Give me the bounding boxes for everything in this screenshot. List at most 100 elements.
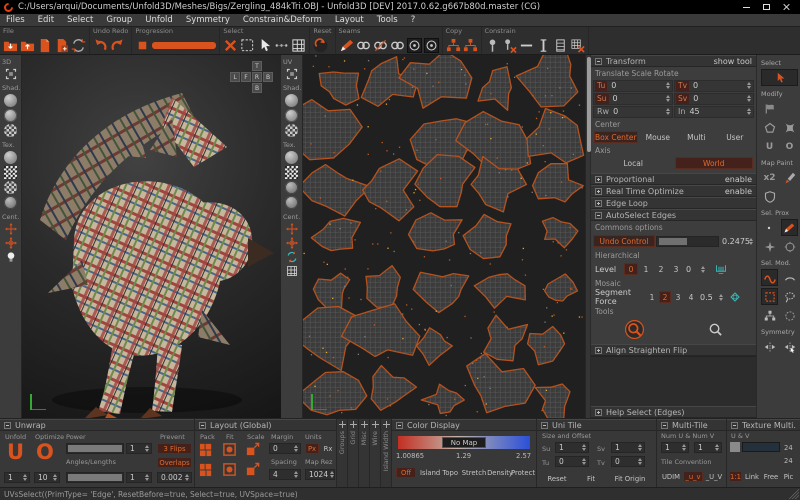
segment-4-button[interactable]: 4 xyxy=(685,291,697,303)
spinner[interactable] xyxy=(680,444,687,451)
free-button[interactable]: Free xyxy=(762,471,780,482)
nav-front-button[interactable]: F xyxy=(241,72,251,82)
spinner[interactable] xyxy=(580,458,587,465)
hierarchy-comb-icon[interactable] xyxy=(715,263,727,275)
light-icon[interactable] xyxy=(5,251,17,263)
scale-selected-icon[interactable] xyxy=(245,462,260,477)
level-2-button[interactable]: 2 xyxy=(654,263,668,275)
uv-wireframe-mode-icon[interactable] xyxy=(285,109,298,122)
spinner[interactable] xyxy=(21,474,28,481)
nav-back-button[interactable]: B xyxy=(263,72,273,82)
spinner[interactable] xyxy=(699,265,706,273)
edge-proximity-button[interactable] xyxy=(780,219,798,236)
vertical-constrain-icon[interactable] xyxy=(536,38,551,53)
uv-center-all-icon[interactable] xyxy=(285,237,298,249)
reset-icon[interactable] xyxy=(313,37,328,53)
arc-mode-button[interactable] xyxy=(781,269,798,286)
uv-plain-texture-icon[interactable] xyxy=(285,151,298,164)
level-3-button[interactable]: 3 xyxy=(669,263,683,275)
transform-section-header[interactable]: Transform show tool xyxy=(591,55,756,67)
mode-off-button[interactable]: Off xyxy=(396,467,416,478)
spacing-field[interactable]: 4 xyxy=(269,469,301,480)
spinner[interactable] xyxy=(292,471,299,478)
uv-refresh-icon[interactable] xyxy=(286,251,298,263)
undo-icon[interactable] xyxy=(93,38,108,53)
uni-su-field[interactable]: 1 xyxy=(555,442,589,453)
tab-groups[interactable]: Groups xyxy=(337,419,348,487)
texture-size-bar[interactable] xyxy=(742,442,780,452)
spinner[interactable] xyxy=(745,95,752,102)
paint-brush-button[interactable] xyxy=(781,169,798,186)
cut-link-icon[interactable] xyxy=(373,38,388,53)
nav-right-button[interactable]: R xyxy=(252,72,262,82)
rw-field[interactable]: Rw 0 xyxy=(593,105,673,118)
menu-constrain-deform[interactable]: Constrain&Deform xyxy=(243,15,322,25)
overlaps-button[interactable]: Overlaps xyxy=(157,457,192,468)
horizontal-constrain-icon[interactable] xyxy=(519,38,534,53)
center-mouse-button[interactable]: Mouse xyxy=(640,131,676,143)
hierarchy-select-button[interactable] xyxy=(761,307,778,324)
segment-1-button[interactable]: 1 xyxy=(646,291,658,303)
num-v-field[interactable]: 1 xyxy=(694,442,722,453)
in-field[interactable]: In 45 xyxy=(674,105,754,118)
marquee-select-icon[interactable] xyxy=(240,38,255,53)
optimize-brush-button[interactable]: O xyxy=(781,138,798,155)
optimize-iterations-field[interactable]: 10 xyxy=(34,472,60,483)
menu-tools[interactable]: Tools xyxy=(377,15,398,25)
minimize-button[interactable] xyxy=(736,1,756,14)
spinner[interactable] xyxy=(747,237,754,245)
undo-control-button[interactable]: Undo Control xyxy=(593,235,655,247)
center-multi-button[interactable]: Multi xyxy=(678,131,714,143)
mosaic-square-icon[interactable] xyxy=(729,291,741,303)
tab-wire[interactable]: Wire xyxy=(370,419,381,487)
deform-flag-button[interactable] xyxy=(761,100,779,117)
segment-3-button[interactable]: 3 xyxy=(672,291,684,303)
su-field[interactable]: Su 0 xyxy=(593,92,673,105)
uni-tu-field[interactable]: 0 xyxy=(555,456,589,467)
menu-layout[interactable]: Layout xyxy=(335,15,364,25)
axis-local-button[interactable]: Local xyxy=(594,157,673,169)
fit-selected-icon[interactable] xyxy=(222,462,237,477)
spinner[interactable] xyxy=(664,82,671,89)
pack-all-icon[interactable] xyxy=(199,442,214,457)
unfold-button[interactable]: U xyxy=(7,442,24,463)
optimize-button[interactable]: O xyxy=(36,442,54,463)
uv-checker-flat-icon[interactable] xyxy=(285,166,298,179)
num-u-field[interactable]: 1 xyxy=(661,442,689,453)
uni-fit-origin-button[interactable]: Fit Origin xyxy=(609,473,651,484)
menu-edit[interactable]: Edit xyxy=(38,15,54,25)
spinner[interactable] xyxy=(292,445,299,452)
uni-fit-button[interactable]: Fit xyxy=(581,473,601,484)
stop-icon[interactable] xyxy=(135,38,150,53)
spinner[interactable] xyxy=(664,95,671,102)
list-constrain-icon[interactable] xyxy=(553,38,568,53)
prevent-value-field[interactable]: 0.002 xyxy=(157,472,192,483)
symmetry-mirror-button[interactable] xyxy=(761,338,778,355)
plain-texture-icon[interactable] xyxy=(4,151,17,164)
center-selection-icon[interactable] xyxy=(4,223,17,235)
frame-view-icon[interactable] xyxy=(5,68,17,80)
undo-control-slider[interactable] xyxy=(656,235,719,247)
spinner[interactable] xyxy=(745,108,752,115)
level-0-button[interactable]: 0 xyxy=(624,263,638,275)
checker-flat-icon[interactable] xyxy=(4,166,17,179)
relax-button[interactable] xyxy=(761,119,778,136)
mode-density-button[interactable]: Density xyxy=(487,467,513,478)
uv-center-selection-icon[interactable] xyxy=(285,223,298,235)
lasso-select-button[interactable] xyxy=(781,288,798,305)
proportional-enable[interactable]: enable xyxy=(725,175,752,184)
ratio-1-1-button[interactable]: 1:1 xyxy=(729,471,742,482)
center-box-center-button[interactable]: Box Center xyxy=(594,131,638,143)
close-button[interactable] xyxy=(776,1,796,14)
pick-cursor-icon[interactable] xyxy=(257,38,272,53)
axis-world-button[interactable]: World xyxy=(674,157,753,169)
tab-island-width[interactable]: Island Width xyxy=(381,419,392,487)
tab-grid[interactable]: Grid xyxy=(348,419,359,487)
menu-symmetry[interactable]: Symmetry xyxy=(186,15,230,25)
resize-grip[interactable] xyxy=(789,489,799,499)
star-select-button[interactable] xyxy=(761,238,778,255)
spinner[interactable] xyxy=(328,471,335,478)
spinner[interactable] xyxy=(664,108,671,115)
nav-top-button[interactable]: T xyxy=(252,61,262,71)
tv-field[interactable]: Tv 0 xyxy=(674,79,754,92)
